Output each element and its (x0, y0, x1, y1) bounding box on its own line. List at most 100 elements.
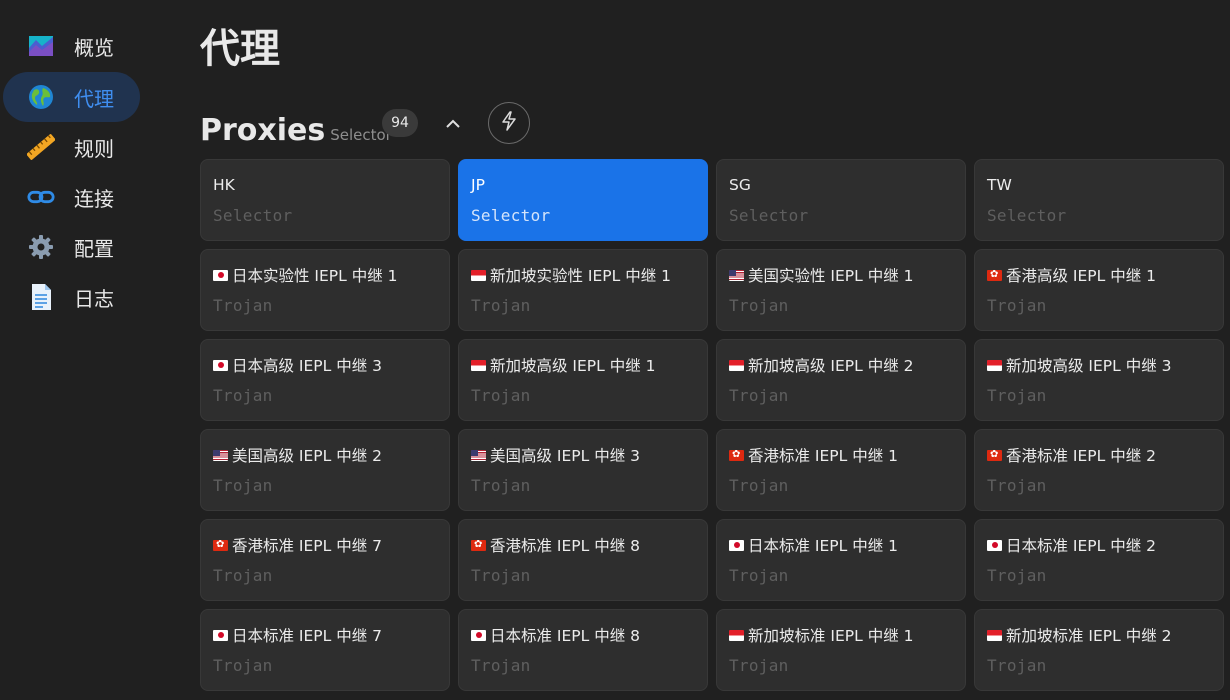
lightning-icon (500, 111, 518, 135)
proxy-name-row: 日本标准 IEPL 中继 8 (471, 625, 695, 645)
proxy-card[interactable]: JP Selector (458, 159, 708, 241)
proxy-name: 日本高级 IEPL 中继 3 (232, 357, 382, 375)
proxy-card[interactable]: 新加坡高级 IEPL 中继 3 Trojan (974, 339, 1224, 421)
proxy-type: Trojan (729, 566, 789, 585)
flag-jp-icon (213, 629, 228, 641)
proxy-name: 日本实验性 IEPL 中继 1 (232, 267, 398, 285)
proxy-name: 香港标准 IEPL 中继 2 (1006, 447, 1156, 465)
proxy-card[interactable]: 香港标准 IEPL 中继 8 Trojan (458, 519, 708, 601)
proxy-card[interactable]: 香港高级 IEPL 中继 1 Trojan (974, 249, 1224, 331)
proxy-group-header: Proxies Selector (200, 100, 392, 146)
flag-jp-icon (471, 629, 486, 641)
flag-sg-icon (729, 629, 744, 641)
proxy-card[interactable]: 日本标准 IEPL 中继 1 Trojan (716, 519, 966, 601)
proxy-name-row: 美国高级 IEPL 中继 3 (471, 445, 695, 465)
proxy-card[interactable]: 美国实验性 IEPL 中继 1 Trojan (716, 249, 966, 331)
proxy-name-row: 香港标准 IEPL 中继 2 (987, 445, 1211, 465)
flag-sg-icon (729, 359, 744, 371)
proxy-card[interactable]: 美国高级 IEPL 中继 3 Trojan (458, 429, 708, 511)
proxy-card[interactable]: 新加坡高级 IEPL 中继 2 Trojan (716, 339, 966, 421)
proxy-card[interactable]: TW Selector (974, 159, 1224, 241)
proxy-card[interactable]: 美国高级 IEPL 中继 2 Trojan (200, 429, 450, 511)
sidebar-item-label: 代理 (74, 86, 114, 111)
proxy-card[interactable]: HK Selector (200, 159, 450, 241)
proxy-card[interactable]: 新加坡标准 IEPL 中继 2 Trojan (974, 609, 1224, 691)
sidebar-item-logs[interactable]: 日志 (3, 272, 140, 322)
proxy-name-row: 新加坡实验性 IEPL 中继 1 (471, 265, 695, 285)
proxy-card[interactable]: 新加坡标准 IEPL 中继 1 Trojan (716, 609, 966, 691)
proxy-group-name: Proxies (200, 113, 326, 148)
sidebar-item-label: 连接 (74, 186, 114, 211)
proxy-name: 香港标准 IEPL 中继 1 (748, 447, 898, 465)
proxy-name-row: 美国实验性 IEPL 中继 1 (729, 265, 953, 285)
proxy-name: 香港标准 IEPL 中继 8 (490, 537, 640, 555)
proxy-name-row: 新加坡标准 IEPL 中继 2 (987, 625, 1211, 645)
proxy-name-row: 新加坡高级 IEPL 中继 3 (987, 355, 1211, 375)
sidebar-item-label: 概览 (74, 35, 114, 60)
proxy-name: 日本标准 IEPL 中继 7 (232, 627, 382, 645)
proxy-name: SG (729, 176, 751, 194)
flag-hk-icon (471, 539, 486, 551)
sidebar-item-proxies[interactable]: 代理 (3, 72, 140, 122)
flag-hk-icon (987, 269, 1002, 281)
proxy-card[interactable]: 新加坡实验性 IEPL 中继 1 Trojan (458, 249, 708, 331)
proxy-name-row: 香港标准 IEPL 中继 1 (729, 445, 953, 465)
proxy-card[interactable]: 香港标准 IEPL 中继 7 Trojan (200, 519, 450, 601)
flag-sg-icon (987, 629, 1002, 641)
proxy-card[interactable]: 日本标准 IEPL 中继 2 Trojan (974, 519, 1224, 601)
proxy-type: Trojan (213, 656, 273, 675)
flag-hk-icon (987, 449, 1002, 461)
proxy-card[interactable]: 日本高级 IEPL 中继 3 Trojan (200, 339, 450, 421)
proxy-type: Selector (729, 206, 809, 225)
proxy-card[interactable]: 日本标准 IEPL 中继 8 Trojan (458, 609, 708, 691)
proxy-type: Trojan (987, 476, 1047, 495)
proxy-name: 日本标准 IEPL 中继 8 (490, 627, 640, 645)
proxy-card[interactable]: 日本标准 IEPL 中继 7 Trojan (200, 609, 450, 691)
proxy-type: Trojan (471, 476, 531, 495)
app-window: 概览 代理 规则 连接 配置 日志 代理 Proxies Selector 94… (0, 0, 1230, 700)
latency-test-button[interactable] (488, 102, 530, 144)
proxy-name: 美国高级 IEPL 中继 3 (490, 447, 640, 465)
flag-sg-icon (471, 269, 486, 281)
proxy-name: 新加坡实验性 IEPL 中继 1 (490, 267, 671, 285)
proxy-name-row: 香港标准 IEPL 中继 7 (213, 535, 437, 555)
sidebar-item-config[interactable]: 配置 (3, 222, 140, 272)
chart-icon (27, 32, 55, 60)
proxy-card[interactable]: SG Selector (716, 159, 966, 241)
proxy-type: Trojan (213, 386, 273, 405)
proxy-name: 新加坡高级 IEPL 中继 3 (1006, 357, 1172, 375)
sidebar-item-rules[interactable]: 规则 (3, 122, 140, 172)
proxy-type: Trojan (987, 296, 1047, 315)
flag-us-icon (213, 449, 228, 461)
proxy-name: 美国实验性 IEPL 中继 1 (748, 267, 914, 285)
proxy-type: Trojan (471, 566, 531, 585)
flag-jp-icon (213, 269, 228, 281)
proxy-name-row: 日本标准 IEPL 中继 2 (987, 535, 1211, 555)
proxy-type: Trojan (987, 566, 1047, 585)
proxy-card[interactable]: 日本实验性 IEPL 中继 1 Trojan (200, 249, 450, 331)
proxy-type: Trojan (213, 296, 273, 315)
ruler-icon (27, 133, 55, 161)
proxy-card[interactable]: 香港标准 IEPL 中继 1 Trojan (716, 429, 966, 511)
flag-jp-icon (213, 359, 228, 371)
proxy-name: TW (987, 176, 1012, 194)
sidebar-item-connections[interactable]: 连接 (3, 172, 140, 222)
flag-sg-icon (987, 359, 1002, 371)
sidebar-item-overview[interactable]: 概览 (3, 21, 140, 71)
proxy-type: Trojan (729, 296, 789, 315)
proxy-name: 香港标准 IEPL 中继 7 (232, 537, 382, 555)
proxy-type: Trojan (729, 476, 789, 495)
proxy-name: 日本标准 IEPL 中继 2 (1006, 537, 1156, 555)
collapse-button[interactable] (438, 108, 468, 138)
proxy-name-row: 香港高级 IEPL 中继 1 (987, 265, 1211, 285)
proxy-type: Trojan (213, 566, 273, 585)
proxy-name: 新加坡标准 IEPL 中继 1 (748, 627, 914, 645)
proxy-card[interactable]: 香港标准 IEPL 中继 2 Trojan (974, 429, 1224, 511)
proxy-card[interactable]: 新加坡高级 IEPL 中继 1 Trojan (458, 339, 708, 421)
proxy-type: Selector (213, 206, 293, 225)
proxy-name-row: 日本高级 IEPL 中继 3 (213, 355, 437, 375)
sidebar: 概览 代理 规则 连接 配置 日志 (0, 0, 160, 700)
proxy-type: Trojan (729, 656, 789, 675)
proxy-type: Trojan (471, 296, 531, 315)
proxy-name-row: 日本标准 IEPL 中继 7 (213, 625, 437, 645)
